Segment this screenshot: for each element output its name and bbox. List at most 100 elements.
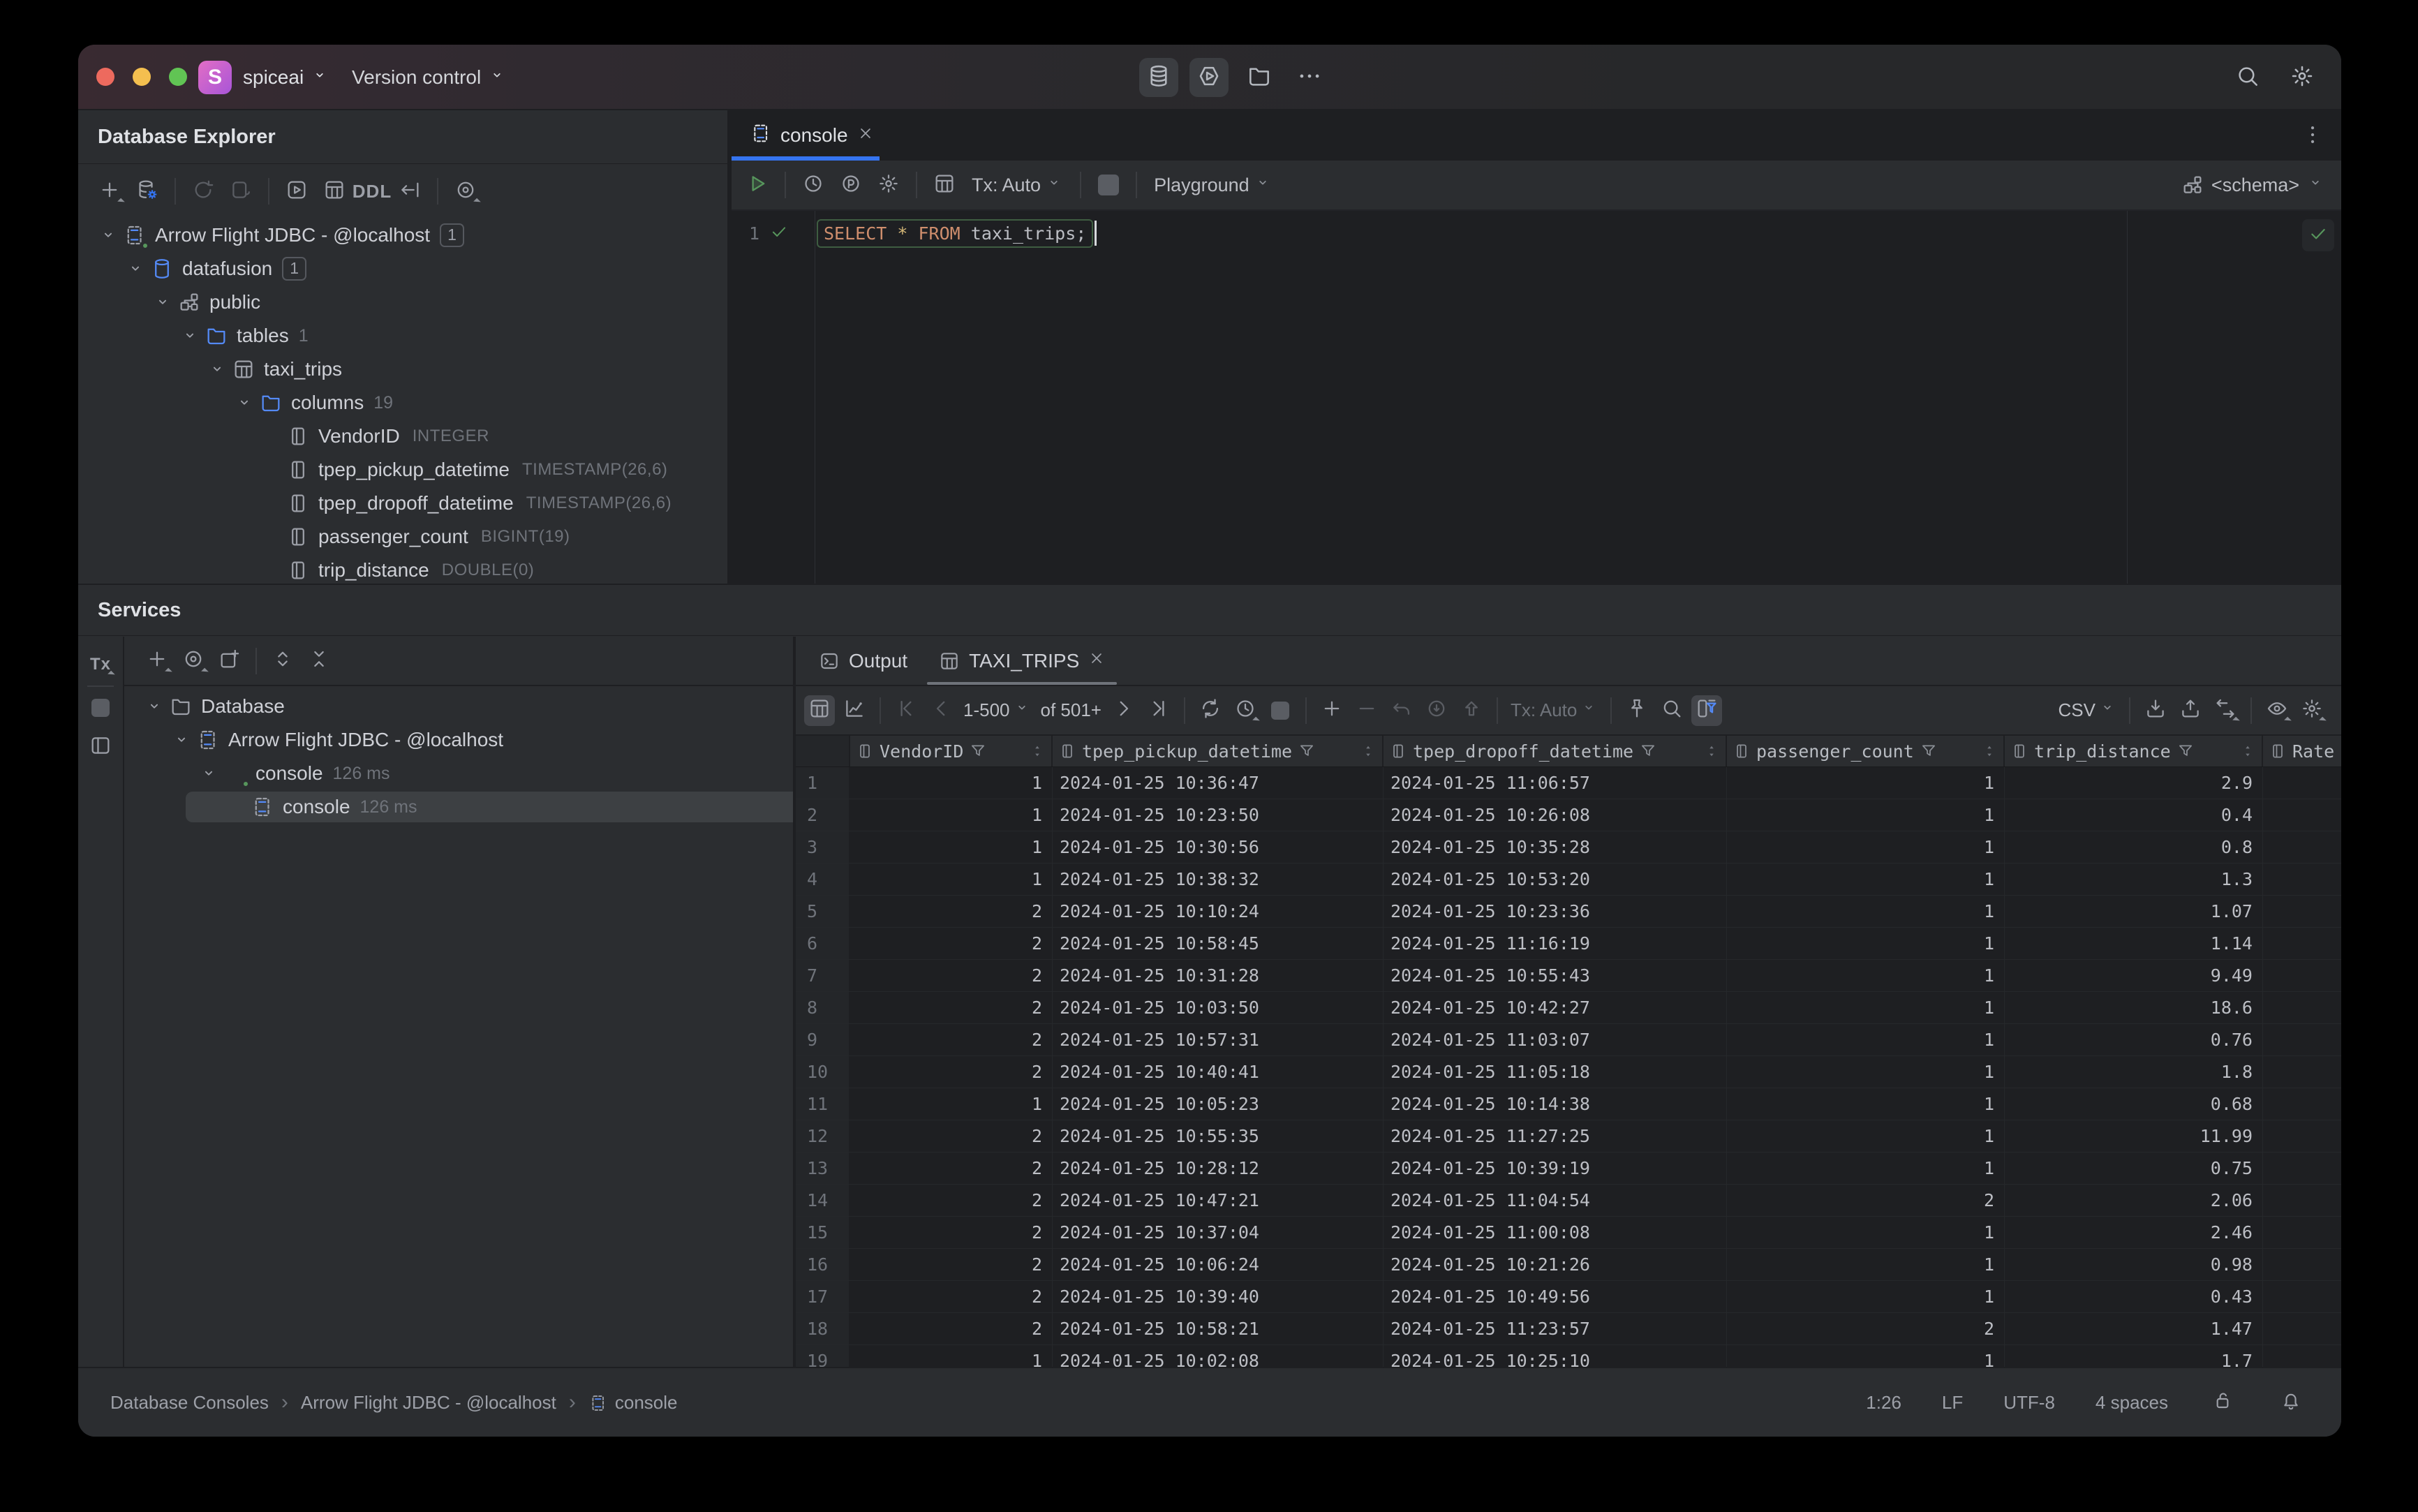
close-icon[interactable] xyxy=(856,124,875,147)
row-number[interactable]: 5 xyxy=(796,896,850,927)
cell-trip_distance[interactable]: 2.46 xyxy=(2005,1217,2263,1248)
cell-tpep_dropoff_datetime[interactable]: 2024-01-25 10:39:19 xyxy=(1384,1152,1727,1184)
previous-page-button[interactable] xyxy=(926,695,956,726)
cell-vendorid[interactable]: 2 xyxy=(850,992,1053,1023)
cell-tpep_pickup_datetime[interactable]: 2024-01-25 10:55:35 xyxy=(1053,1120,1384,1152)
table-row[interactable]: 19 1 2024-01-25 10:02:08 2024-01-25 10:25:1… xyxy=(796,1345,2341,1367)
cell-vendorid[interactable]: 1 xyxy=(850,799,1053,831)
table-row[interactable]: 10 2 2024-01-25 10:40:41 2024-01-25 11:05:1… xyxy=(796,1056,2341,1088)
cell-trip_distance[interactable]: 0.43 xyxy=(2005,1281,2263,1312)
cell-trip_distance[interactable]: 1.47 xyxy=(2005,1313,2263,1344)
column-header-vendorid[interactable]: VendorID xyxy=(850,736,1053,766)
cell-tpep_dropoff_datetime[interactable]: 2024-01-25 11:06:57 xyxy=(1384,767,1727,799)
cell-tpep_pickup_datetime[interactable]: 2024-01-25 10:57:31 xyxy=(1053,1024,1384,1055)
expand-all-button[interactable] xyxy=(267,645,299,677)
tree-item-console[interactable]: console 126 ms xyxy=(124,757,793,790)
cell-rate[interactable] xyxy=(2263,1345,2341,1367)
tab-output[interactable]: Output xyxy=(803,637,923,685)
tx-rail-button[interactable]: Tx xyxy=(85,649,116,680)
add-service-button[interactable] xyxy=(141,645,173,677)
row-number[interactable]: 17 xyxy=(796,1281,850,1312)
cell-trip_distance[interactable]: 0.76 xyxy=(2005,1024,2263,1055)
table-row[interactable]: 3 1 2024-01-25 10:30:56 2024-01-25 10:35:28… xyxy=(796,831,2341,864)
cell-rate[interactable] xyxy=(2263,1249,2341,1280)
sql-editor[interactable]: 1 SELECT * FROM taxi_trips; xyxy=(732,211,2341,584)
database-tool-button[interactable] xyxy=(1139,58,1178,97)
table-row[interactable]: 2 1 2024-01-25 10:23:50 2024-01-25 10:26:08… xyxy=(796,799,2341,831)
cell-vendorid[interactable]: 1 xyxy=(850,1345,1053,1367)
add-datasource-button[interactable] xyxy=(94,175,126,207)
open-in-new-tab-button[interactable] xyxy=(214,645,246,677)
collapse-all-button[interactable] xyxy=(303,645,335,677)
file-encoding[interactable]: UTF-8 xyxy=(2003,1392,2055,1414)
cell-rate[interactable] xyxy=(2263,799,2341,831)
table-row[interactable]: 1 1 2024-01-25 10:36:47 2024-01-25 11:06:57… xyxy=(796,767,2341,799)
cell-rate[interactable] xyxy=(2263,928,2341,959)
more-actions-button[interactable] xyxy=(1290,58,1329,97)
cell-tpep_dropoff_datetime[interactable]: 2024-01-25 11:27:25 xyxy=(1384,1120,1727,1152)
cell-passenger_count[interactable]: 2 xyxy=(1727,1185,2005,1216)
chevron-down-icon[interactable] xyxy=(142,695,166,718)
readonly-toggle-button[interactable] xyxy=(2209,1388,2237,1416)
row-number[interactable]: 10 xyxy=(796,1056,850,1088)
import-data-button[interactable] xyxy=(2175,695,2206,726)
row-number[interactable]: 16 xyxy=(796,1249,850,1280)
cell-vendorid[interactable]: 1 xyxy=(850,864,1053,895)
cell-passenger_count[interactable]: 1 xyxy=(1727,1249,2005,1280)
compare-button[interactable] xyxy=(2210,695,2241,726)
breadcrumb-item[interactable]: console xyxy=(615,1392,678,1413)
cell-rate[interactable] xyxy=(2263,1313,2341,1344)
table-row[interactable]: 7 2 2024-01-25 10:31:28 2024-01-25 10:55:43… xyxy=(796,960,2341,992)
row-number[interactable]: 7 xyxy=(796,960,850,991)
tree-item-datafusion[interactable]: datafusion 1 xyxy=(78,252,727,286)
view-options-button[interactable] xyxy=(450,175,482,207)
cell-vendorid[interactable]: 2 xyxy=(850,1152,1053,1184)
cell-rate[interactable] xyxy=(2263,864,2341,895)
cell-tpep_pickup_datetime[interactable]: 2024-01-25 10:05:23 xyxy=(1053,1088,1384,1120)
show-options-button[interactable] xyxy=(177,645,209,677)
cell-tpep_dropoff_datetime[interactable]: 2024-01-25 10:23:36 xyxy=(1384,896,1727,927)
row-number[interactable]: 11 xyxy=(796,1088,850,1120)
sort-icon[interactable] xyxy=(1981,743,1998,759)
cell-trip_distance[interactable]: 1.8 xyxy=(2005,1056,2263,1088)
cell-rate[interactable] xyxy=(2263,992,2341,1023)
cell-tpep_pickup_datetime[interactable]: 2024-01-25 10:58:21 xyxy=(1053,1313,1384,1344)
cell-tpep_dropoff_datetime[interactable]: 2024-01-25 10:35:28 xyxy=(1384,831,1727,863)
cell-tpep_pickup_datetime[interactable]: 2024-01-25 10:36:47 xyxy=(1053,767,1384,799)
row-number[interactable]: 3 xyxy=(796,831,850,863)
page-size-select[interactable]: 1-500 of 501+ xyxy=(960,699,1104,722)
cell-rate[interactable] xyxy=(2263,1152,2341,1184)
cell-vendorid[interactable]: 2 xyxy=(850,960,1053,991)
submit-button[interactable] xyxy=(1456,695,1487,726)
cell-passenger_count[interactable]: 1 xyxy=(1727,1152,2005,1184)
table-view-button[interactable] xyxy=(804,695,835,726)
cell-tpep_dropoff_datetime[interactable]: 2024-01-25 10:25:10 xyxy=(1384,1345,1727,1367)
row-number[interactable]: 13 xyxy=(796,1152,850,1184)
cell-tpep_pickup_datetime[interactable]: 2024-01-25 10:38:32 xyxy=(1053,864,1384,895)
find-button[interactable] xyxy=(1656,695,1687,726)
cell-vendorid[interactable]: 2 xyxy=(850,1313,1053,1344)
column-header-rate[interactable]: Rate xyxy=(2263,736,2341,766)
zoom-window-button[interactable] xyxy=(169,68,187,86)
filter-icon[interactable] xyxy=(1639,742,1657,760)
chevron-down-icon[interactable] xyxy=(170,728,193,752)
chevron-down-icon[interactable] xyxy=(96,223,120,247)
cell-tpep_pickup_datetime[interactable]: 2024-01-25 10:47:21 xyxy=(1053,1185,1384,1216)
table-row[interactable]: 4 1 2024-01-25 10:38:32 2024-01-25 10:53:20… xyxy=(796,864,2341,896)
playground-select[interactable]: Playground xyxy=(1148,174,1277,197)
row-number[interactable]: 9 xyxy=(796,1024,850,1055)
cell-vendorid[interactable]: 2 xyxy=(850,1056,1053,1088)
cell-tpep_dropoff_datetime[interactable]: 2024-01-25 10:21:26 xyxy=(1384,1249,1727,1280)
cell-tpep_pickup_datetime[interactable]: 2024-01-25 10:30:56 xyxy=(1053,831,1384,863)
cell-passenger_count[interactable]: 1 xyxy=(1727,960,2005,991)
cell-tpep_dropoff_datetime[interactable]: 2024-01-25 10:26:08 xyxy=(1384,799,1727,831)
cell-vendorid[interactable]: 2 xyxy=(850,1185,1053,1216)
datasource-properties-button[interactable] xyxy=(131,175,163,207)
row-number[interactable]: 18 xyxy=(796,1313,850,1344)
cell-tpep_dropoff_datetime[interactable]: 2024-01-25 11:03:07 xyxy=(1384,1024,1727,1055)
table-row[interactable]: 11 1 2024-01-25 10:05:23 2024-01-25 10:14:3… xyxy=(796,1088,2341,1120)
stop-button[interactable] xyxy=(1092,169,1125,201)
settings-button[interactable] xyxy=(2283,58,2322,97)
caret-position[interactable]: 1:26 xyxy=(1866,1392,1901,1414)
filter-icon[interactable] xyxy=(1920,742,1938,760)
